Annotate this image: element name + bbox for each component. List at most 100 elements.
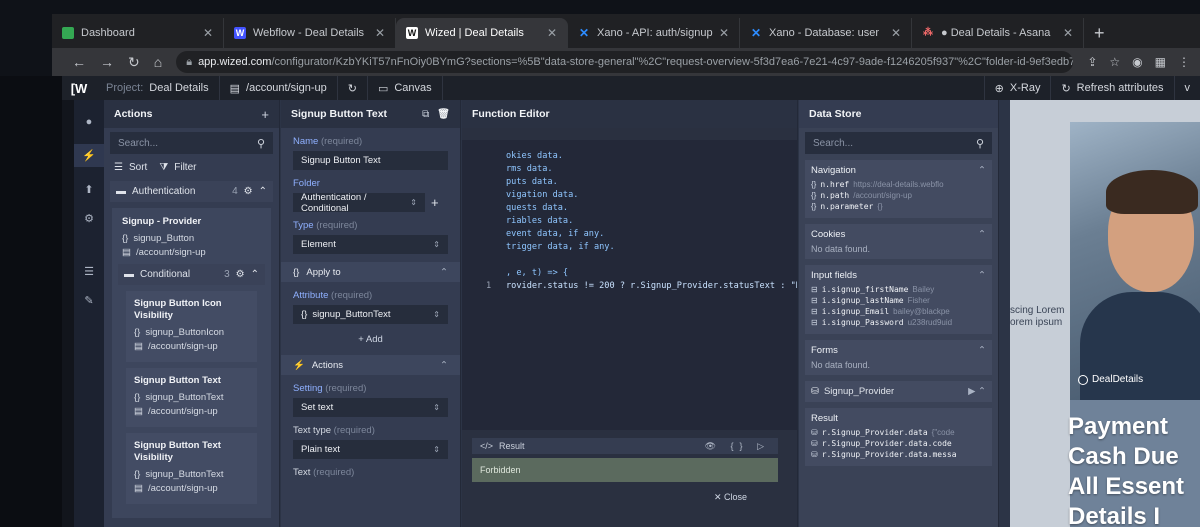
data-row[interactable]: ⊟ i.signup_firstName Bailey — [811, 285, 986, 294]
preview-lorem: scing Lorem orem ipsum — [1010, 305, 1064, 329]
data-row[interactable]: {} n.parameter{} — [811, 202, 986, 211]
apply-to-section[interactable]: {} Apply to ⌃ — [281, 262, 460, 282]
section-header[interactable]: Input fields ⌃ — [811, 270, 986, 281]
data-row[interactable]: ⛁ r.Signup_Provider.data {"code — [811, 428, 986, 437]
share-icon[interactable]: ⇪ — [1087, 55, 1097, 69]
tab-wized[interactable]: W Wized | Deal Details ✕ — [396, 18, 568, 48]
folder-authentication[interactable]: ▬ Authentication 4 ⚙ ⌃ — [110, 181, 273, 202]
chevron-up-icon[interactable]: ⌃ — [251, 269, 259, 280]
data-row[interactable]: ⛁ r.Signup_Provider.data.messa — [811, 450, 986, 459]
data-row[interactable]: {} n.path/account/sign-up — [811, 191, 986, 200]
back-icon[interactable]: ← — [72, 54, 86, 70]
folder-icon: ▬ — [124, 269, 134, 280]
puzzle-icon[interactable]: ▦ — [1155, 55, 1166, 69]
upload-icon[interactable]: ⬆ — [74, 183, 104, 196]
attribute-select[interactable]: {} signup_ButtonText ⇕ — [293, 305, 448, 324]
tab-webflow[interactable]: W Webflow - Deal Details ✕ — [224, 18, 396, 48]
add-condition-button[interactable]: + Add — [281, 334, 460, 345]
close-tab-icon[interactable]: ✕ — [547, 26, 557, 40]
tab-asana[interactable]: ⁂ ● Deal Details - Asana ✕ — [912, 18, 1084, 48]
action-item[interactable]: Signup Button Text Visibility {} signup_B… — [126, 433, 257, 504]
close-button[interactable]: ✕ Close — [714, 492, 747, 503]
tab-xano-api[interactable]: ✕ Xano - API: auth/signup ✕ — [568, 18, 740, 48]
section-header[interactable]: Forms ⌃ — [811, 345, 986, 356]
close-tab-icon[interactable]: ✕ — [891, 26, 901, 40]
data-row[interactable]: {} n.href https://deal-details.webflo — [811, 180, 986, 189]
reload-icon[interactable]: ↻ — [128, 54, 140, 71]
xray-button[interactable]: ⊕ X-Ray — [983, 76, 1051, 100]
refresh-attributes-button[interactable]: ↻ Refresh attributes — [1050, 76, 1173, 100]
add-folder-button[interactable]: + — [431, 195, 439, 210]
play-icon[interactable]: ▶ ⌃ — [968, 386, 986, 397]
element-name: signup_ButtonIcon — [145, 327, 225, 338]
headline-line: Cash Due — [1068, 443, 1179, 470]
section-title: Result — [811, 413, 838, 424]
select-arrow-icon: ⇕ — [433, 310, 440, 319]
sort-button[interactable]: Sort — [129, 162, 147, 173]
gear-icon[interactable]: ⚙ — [236, 269, 245, 280]
forward-icon[interactable]: → — [100, 54, 114, 70]
section-header[interactable]: Result — [811, 413, 986, 424]
tree-icon: ⛁ — [811, 439, 818, 448]
section-header[interactable]: Cookies ⌃ — [811, 229, 986, 240]
text-type-select[interactable]: Plain text ⇕ — [293, 440, 448, 459]
menu-icon[interactable]: ⋮ — [1178, 55, 1190, 69]
data-row[interactable]: ⊟ i.signup_Email bailey@blackpe — [811, 307, 986, 316]
version-badge[interactable]: v — [1173, 76, 1200, 100]
close-tab-icon[interactable]: ✕ — [719, 26, 729, 40]
actions-icon[interactable]: ⚡ — [74, 144, 104, 167]
request-name: Signup_Provider — [823, 386, 895, 397]
filter-button[interactable]: Filter — [174, 162, 196, 173]
settings-icon[interactable]: ⚙ — [74, 212, 104, 225]
code-text: rovider.status != 200 ? r.Signup_Provide… — [506, 281, 798, 291]
request-row[interactable]: ⛁ Signup_Provider ▶ ⌃ — [805, 381, 992, 402]
star-icon[interactable]: ☆ — [1109, 55, 1120, 69]
folder-conditional[interactable]: ▬ Conditional 3 ⚙ ⌃ — [118, 264, 265, 285]
tab-xano-db[interactable]: ✕ Xano - Database: user ✕ — [740, 18, 912, 48]
action-item[interactable]: Signup Button Icon Visibility {} signup_B… — [126, 291, 257, 362]
canvas-preview[interactable]: scing Lorem orem ipsum DealDetails Payme… — [1010, 100, 1200, 527]
close-tab-icon[interactable]: ✕ — [203, 26, 213, 40]
add-action-button[interactable]: + — [261, 107, 269, 122]
project-selector[interactable]: Project: Deal Details — [96, 76, 220, 100]
code-editor[interactable]: okies data. rms data. puts data. vigation d… — [462, 140, 798, 430]
actions-search-input[interactable]: Search... ⚲ — [110, 132, 273, 154]
extension-icon[interactable]: ◉ — [1132, 55, 1142, 69]
chevron-up-icon[interactable]: ⌃ — [259, 186, 267, 197]
tab-dashboard[interactable]: Dashboard ✕ — [52, 18, 224, 48]
data-row[interactable]: ⊟ i.signup_lastName Fisher — [811, 296, 986, 305]
variables-icon[interactable]: ✎ — [74, 294, 104, 307]
action-item[interactable]: Signup Button Text {} signup_ButtonText ▤… — [126, 368, 257, 427]
action-card-signup-provider[interactable]: Signup - Provider {} signup_Button ▤ /ac… — [112, 208, 271, 518]
page-selector[interactable]: ▤ /account/sign-up — [220, 76, 338, 100]
home-icon[interactable]: ⌂ — [154, 54, 162, 70]
address-bar[interactable]: 🔒︎ app.wized.com /configurator/KzbYKiT57… — [176, 51, 1074, 73]
close-tab-icon[interactable]: ✕ — [375, 26, 385, 40]
storage-icon[interactable]: ☰ — [74, 265, 104, 278]
wized-logo[interactable]: [W — [62, 81, 96, 96]
gear-icon[interactable]: ⚙ — [244, 186, 253, 197]
section-header[interactable]: Navigation ⌃ — [811, 165, 986, 176]
input-value: Signup Button Text — [301, 155, 381, 166]
store-search-input[interactable]: Search... ⚲ — [805, 132, 992, 154]
close-tab-icon[interactable]: ✕ — [1063, 26, 1073, 40]
new-tab-button[interactable]: + — [1094, 18, 1105, 48]
canvas-button[interactable]: ▭ Canvas — [368, 76, 443, 100]
requests-icon[interactable]: ● — [74, 116, 104, 128]
result-bar[interactable]: </> Result 👁 {} ▷ — [472, 438, 778, 454]
label-text: Text — [293, 467, 311, 478]
data-row[interactable]: ⊟ i.signup_Password u238rud9uid — [811, 318, 986, 327]
setting-select[interactable]: Set text ⇕ — [293, 398, 448, 417]
folder-count: 3 — [224, 269, 230, 280]
delete-icon[interactable]: 🗑︎ — [437, 109, 450, 120]
result-tool-icons[interactable]: 👁 {} ▷ — [705, 441, 770, 452]
name-input[interactable]: Signup Button Text — [293, 151, 448, 170]
folder-select[interactable]: Authentication / Conditional ⇕ — [293, 192, 425, 214]
reload-page-button[interactable]: ↻ — [338, 76, 368, 100]
type-select[interactable]: Element ⇕ — [293, 235, 448, 254]
data-row[interactable]: ⛁ r.Signup_Provider.data.code — [811, 439, 986, 448]
tree-icon: ⛁ — [811, 428, 818, 437]
copy-icon[interactable]: ⧉ — [422, 109, 429, 120]
actions-section[interactable]: ⚡ Actions ⌃ — [281, 355, 460, 375]
